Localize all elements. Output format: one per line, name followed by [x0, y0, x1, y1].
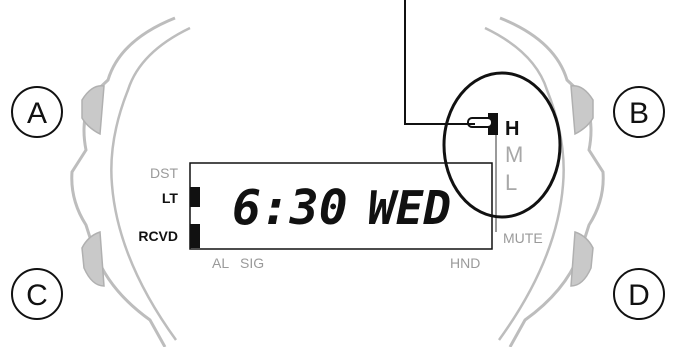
rcvd-indicator-mark: [190, 224, 200, 248]
sig-indicator: SIG: [240, 255, 264, 271]
right-bezel: [484, 16, 605, 347]
watch-face-diagram: A B C D DST LT RCVD AL SIG HND MUTE 6:30…: [11, 0, 665, 347]
mute-indicator: MUTE: [503, 230, 543, 246]
button-b: B: [613, 86, 665, 138]
time-readout: 6:30: [232, 180, 348, 236]
rcvd-indicator: RCVD: [138, 228, 178, 244]
hnd-indicator: HND: [450, 255, 480, 271]
button-a-label: A: [27, 97, 47, 130]
button-b-label: B: [629, 97, 649, 130]
signal-level-high: H: [505, 118, 519, 140]
signal-level-low: L: [505, 170, 517, 195]
lt-indicator-mark: [190, 187, 200, 207]
day-readout: WED: [368, 181, 451, 235]
lt-indicator: LT: [162, 190, 179, 206]
button-c-label: C: [26, 279, 48, 312]
callout-ellipse: [442, 71, 562, 219]
pointer-line: [404, 0, 475, 125]
button-d-label: D: [628, 279, 650, 312]
dst-indicator: DST: [150, 165, 178, 181]
button-a: A: [11, 86, 63, 138]
al-indicator: AL: [212, 255, 229, 271]
signal-level-medium: M: [505, 142, 523, 167]
button-c: C: [11, 268, 63, 320]
left-bezel: [70, 16, 191, 347]
button-d: D: [613, 268, 665, 320]
